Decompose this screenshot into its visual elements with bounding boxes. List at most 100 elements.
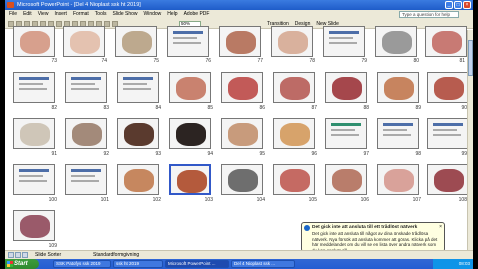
slide-thumbnail[interactable]: [13, 118, 55, 149]
slide-thumbnail[interactable]: [65, 164, 107, 195]
slide-number: 109: [48, 243, 57, 249]
slide-thumbnail[interactable]: [169, 118, 211, 149]
slide-number: 92: [103, 151, 109, 157]
slide-number: 93: [155, 151, 161, 157]
slide-thumbnail-selected[interactable]: [169, 164, 211, 195]
vertical-scrollbar[interactable]: [467, 30, 473, 250]
slide-thumbnail[interactable]: [377, 72, 419, 103]
taskbar-item[interactable]: Del 4 Nioplast ssk ...: [231, 260, 295, 268]
close-icon[interactable]: ×: [439, 224, 442, 230]
slide-thumbnail[interactable]: [427, 118, 469, 149]
slide-thumbnail[interactable]: [117, 164, 159, 195]
slide-thumbnail[interactable]: [219, 26, 261, 57]
slide-thumbnail[interactable]: [13, 72, 55, 103]
slide-thumbnail[interactable]: [325, 72, 367, 103]
slide-number: 102: [152, 197, 161, 203]
slide-number: 106: [360, 197, 369, 203]
slide-thumbnail[interactable]: [221, 118, 263, 149]
slide-number: 99: [461, 151, 467, 157]
slide-thumbnail[interactable]: [325, 118, 367, 149]
menu-help[interactable]: Help: [167, 10, 177, 19]
taskbar: Start SSK Patofys ssk 2019 ssk ht 2019 M…: [5, 259, 473, 269]
menu-slide-show[interactable]: Slide Show: [112, 10, 137, 19]
taskbar-item[interactable]: SSK Patofys ssk 2019: [53, 260, 111, 268]
cut-icon[interactable]: [56, 21, 62, 27]
minimize-button[interactable]: _: [445, 1, 453, 9]
slide-number: 103: [204, 197, 213, 203]
help-search-input[interactable]: Type a question for help: [399, 11, 459, 18]
slide-number: 95: [259, 151, 265, 157]
close-button[interactable]: ×: [463, 1, 471, 9]
slide-thumbnail[interactable]: [221, 72, 263, 103]
slide-number: 86: [259, 105, 265, 111]
slide-number: 73: [51, 58, 57, 64]
slide-number: 96: [311, 151, 317, 157]
slideshow-view-icon[interactable]: [22, 252, 28, 258]
menu-insert[interactable]: Insert: [54, 10, 67, 19]
slide-number: 76: [205, 58, 211, 64]
menu-tools[interactable]: Tools: [95, 10, 107, 19]
slide-thumbnail[interactable]: [65, 72, 107, 103]
slide-thumbnail[interactable]: [325, 164, 367, 195]
slide-number: 74: [101, 58, 107, 64]
slide-thumbnail[interactable]: [323, 26, 365, 57]
menu-adobe-pdf[interactable]: Adobe PDF: [184, 10, 210, 19]
slide-number: 77: [257, 58, 263, 64]
slide-number: 88: [363, 105, 369, 111]
menu-view[interactable]: View: [38, 10, 49, 19]
slide-thumbnail[interactable]: [167, 26, 209, 57]
view-buttons: [8, 252, 28, 258]
slide-number: 100: [48, 197, 57, 203]
slide-thumbnail[interactable]: [375, 26, 417, 57]
slide-thumbnail[interactable]: [221, 164, 263, 195]
slide-thumbnail[interactable]: [273, 164, 315, 195]
slide-number: 87: [311, 105, 317, 111]
slide-sorter: 73 74 75 76 77 78 79 80 81 82 83 84 85 8…: [5, 26, 469, 250]
taskbar-item[interactable]: ssk ht 2019: [113, 260, 163, 268]
status-bar: Slide Sorter Standardformgivning: [5, 250, 473, 259]
slide-number: 97: [363, 151, 369, 157]
slide-number: 98: [415, 151, 421, 157]
maximize-button[interactable]: □: [454, 1, 462, 9]
sorter-view-icon[interactable]: [15, 252, 21, 258]
slide-number: 108: [458, 197, 467, 203]
windows-logo-icon: [7, 261, 13, 267]
menu-file[interactable]: File: [9, 10, 17, 19]
slide-thumbnail[interactable]: [63, 26, 105, 57]
slide-thumbnail[interactable]: [427, 72, 469, 103]
slide-number: 75: [153, 58, 159, 64]
slide-number: 80: [413, 58, 419, 64]
slide-thumbnail[interactable]: [271, 26, 313, 57]
slide-thumbnail[interactable]: [425, 26, 467, 57]
clock: 08:03: [458, 261, 470, 266]
slide-thumbnail[interactable]: [65, 118, 107, 149]
menu-bar: File Edit View Insert Format Tools Slide…: [5, 10, 473, 19]
start-button[interactable]: Start: [5, 259, 39, 269]
slide-thumbnail[interactable]: [273, 72, 315, 103]
normal-view-icon[interactable]: [8, 252, 14, 258]
slide-thumbnail[interactable]: [427, 164, 469, 195]
slide-thumbnail[interactable]: [377, 118, 419, 149]
scrollbar-thumb[interactable]: [468, 40, 473, 76]
slide-number: 89: [415, 105, 421, 111]
menu-window[interactable]: Window: [144, 10, 162, 19]
info-icon: [304, 225, 310, 231]
slide-number: 90: [461, 105, 467, 111]
slide-thumbnail[interactable]: [377, 164, 419, 195]
slide-number: 107: [412, 197, 421, 203]
slide-thumbnail[interactable]: [13, 164, 55, 195]
notification-balloon[interactable]: × Det gick inte att ansluta till ett trå…: [301, 222, 445, 253]
slide-number: 78: [309, 58, 315, 64]
menu-edit[interactable]: Edit: [23, 10, 32, 19]
slide-thumbnail[interactable]: [117, 72, 159, 103]
slide-thumbnail[interactable]: [13, 26, 55, 57]
menu-format[interactable]: Format: [73, 10, 89, 19]
slide-thumbnail[interactable]: [115, 26, 157, 57]
slide-thumbnail[interactable]: [13, 210, 55, 241]
taskbar-item[interactable]: Microsoft PowerPoint ...: [165, 260, 229, 268]
slide-thumbnail[interactable]: [117, 118, 159, 149]
title-bar: Microsoft PowerPoint - [Del 4 Nioplast s…: [5, 0, 473, 10]
slide-number: 104: [256, 197, 265, 203]
slide-thumbnail[interactable]: [273, 118, 315, 149]
slide-thumbnail[interactable]: [169, 72, 211, 103]
